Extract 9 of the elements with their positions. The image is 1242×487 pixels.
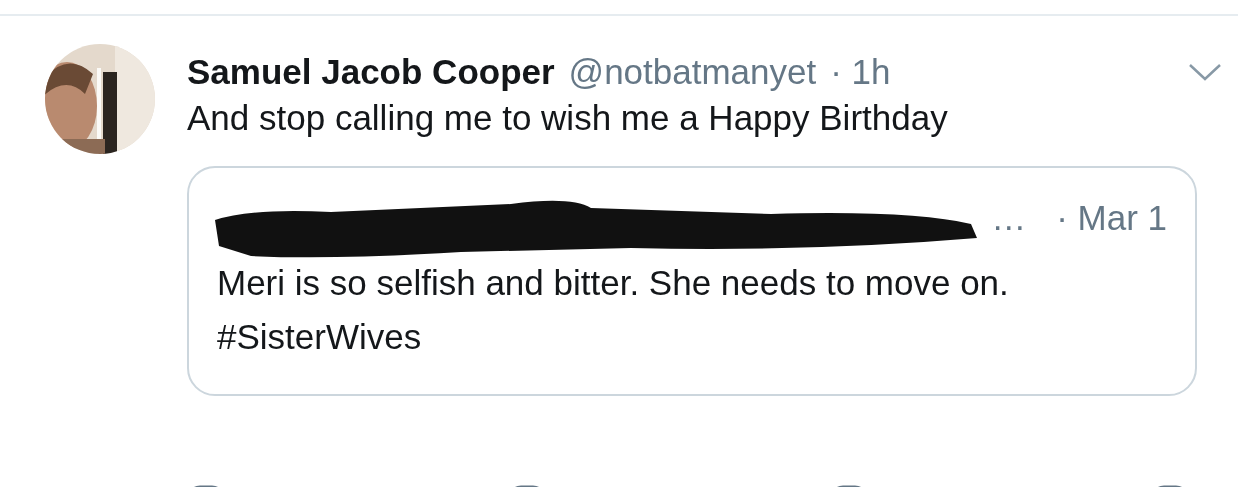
- tweet-text: And stop calling me to wish me a Happy Birthday: [187, 97, 949, 139]
- tweet-time: · 1h: [830, 52, 891, 92]
- author-name[interactable]: Samuel Jacob Cooper: [187, 52, 555, 92]
- quoted-tweet-time: · Mar 1: [1056, 198, 1167, 238]
- quoted-tweet-text: Meri is so selfish and bitter. She needs to move on. #SisterWives: [217, 262, 1010, 358]
- quoted-author-handle[interactable]: …: [991, 198, 1027, 238]
- author-handle[interactable]: @notbatmanyet: [568, 52, 817, 92]
- chevron-down-icon[interactable]: [1188, 62, 1222, 82]
- quoted-tweet-card[interactable]: … · Mar 1 Meri is so selfish and bitter. She needs to move on. #SisterWives: [187, 166, 1197, 396]
